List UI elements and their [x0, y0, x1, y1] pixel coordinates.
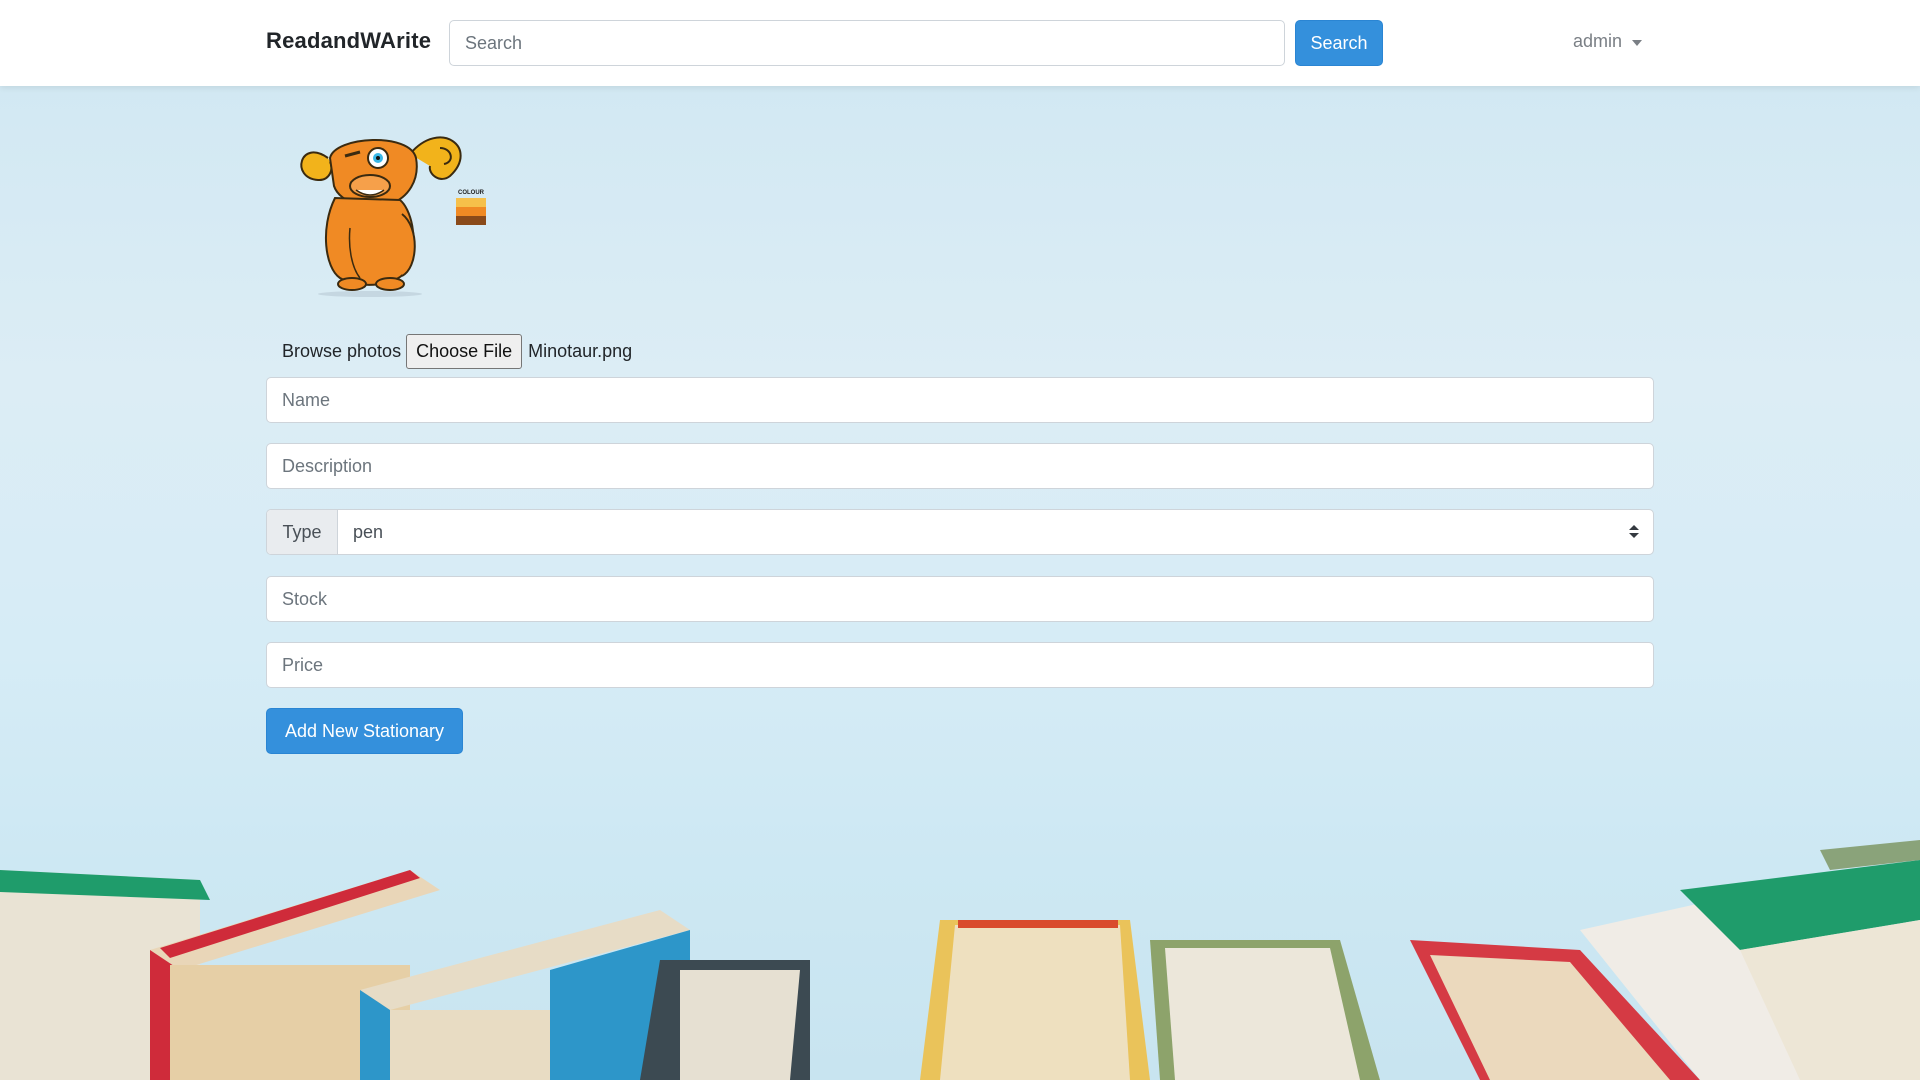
- search-button[interactable]: Search: [1295, 20, 1383, 66]
- type-selected-value: pen: [353, 521, 384, 542]
- selected-file-name: Minotaur.png: [528, 340, 633, 361]
- type-label: Type: [267, 510, 338, 554]
- browse-photos-label: Browse photos: [282, 340, 402, 361]
- price-input[interactable]: [266, 642, 1654, 688]
- description-input[interactable]: [266, 443, 1654, 489]
- type-select[interactable]: pen: [338, 510, 1653, 554]
- stock-input[interactable]: [266, 576, 1654, 622]
- books-background-image: [0, 840, 1920, 1080]
- swatch-label: COLOUR: [458, 190, 485, 196]
- select-arrows-icon: [1629, 525, 1639, 539]
- file-upload-row: Browse photos Choose File Minotaur.png: [282, 333, 632, 369]
- name-input[interactable]: [266, 377, 1654, 423]
- brand-logo[interactable]: ReadandWArite: [266, 28, 431, 54]
- user-name: admin: [1573, 31, 1623, 51]
- chevron-down-icon: [1632, 39, 1643, 46]
- search-input[interactable]: [449, 20, 1285, 66]
- navbar: ReadandWArite Search admin: [0, 0, 1920, 86]
- choose-file-button[interactable]: Choose File: [406, 333, 523, 369]
- image-preview: COLOUR: [300, 136, 486, 297]
- type-select-group: Type pen: [266, 509, 1654, 555]
- add-stationary-button[interactable]: Add New Stationary: [266, 708, 463, 754]
- user-dropdown[interactable]: admin: [1573, 31, 1643, 52]
